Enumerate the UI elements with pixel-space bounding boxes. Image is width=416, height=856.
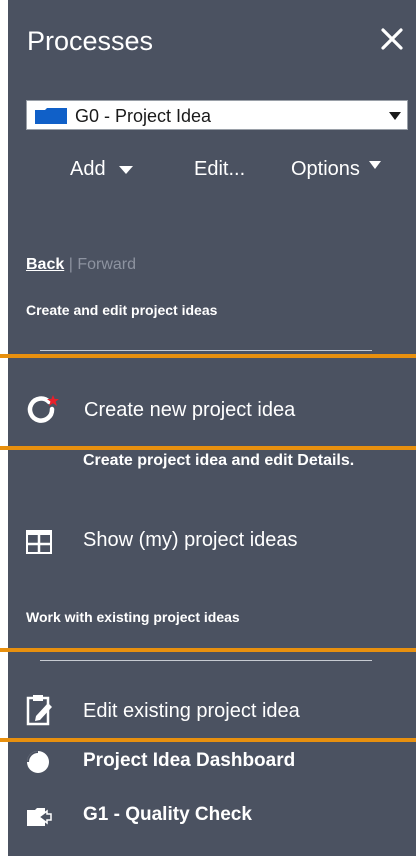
dashboard-label: Project Idea Dashboard [83, 750, 296, 771]
divider [40, 660, 372, 661]
g1-quality-check[interactable]: G1 - Quality Check [26, 800, 386, 830]
edit-existing-label: Edit existing project idea [83, 700, 300, 722]
panel-title: Processes [27, 26, 154, 56]
edit-existing-project-idea[interactable]: Edit existing project idea [26, 694, 386, 726]
folder-forward-icon [27, 808, 52, 826]
selected-process: G0 - Project Idea [75, 106, 212, 126]
highlight-line [0, 446, 416, 450]
project-idea-dashboard[interactable]: Project Idea Dashboard [26, 746, 386, 776]
existing-section-heading: Work with existing project ideas [26, 609, 240, 625]
processes-panel: Processes G0 - Project Idea Add Edit... … [8, 0, 416, 856]
edit-label: Edit... [194, 158, 246, 180]
forward-link[interactable]: Forward [77, 256, 136, 273]
add-menu-button[interactable]: Add [70, 158, 134, 181]
highlight-line [0, 738, 416, 742]
clipboard-edit-icon [26, 695, 52, 726]
chevron-down-icon [119, 165, 134, 174]
chevron-down-icon [368, 161, 381, 169]
create-new-label: Create new project idea [84, 399, 296, 421]
options-menu-button[interactable]: Options [291, 158, 381, 181]
add-label: Add [70, 158, 106, 180]
show-my-project-ideas[interactable]: Show (my) project ideas [26, 526, 386, 556]
quality-check-label: G1 - Quality Check [83, 804, 252, 825]
history-nav: Back | Forward [26, 256, 136, 274]
back-link[interactable]: Back [26, 256, 64, 273]
process-selector[interactable]: G0 - Project Idea [26, 100, 408, 130]
options-label: Options [291, 158, 360, 180]
pie-chart-icon [27, 751, 49, 773]
close-icon [381, 28, 403, 50]
close-button[interactable] [380, 27, 404, 51]
caret-down-icon [389, 112, 401, 120]
show-my-label: Show (my) project ideas [83, 529, 298, 551]
highlight-line [0, 648, 416, 652]
divider [40, 350, 372, 351]
create-description: Create project idea and edit Details. [83, 452, 355, 469]
nav-separator: | [68, 256, 73, 273]
grid-table-icon [26, 530, 52, 554]
create-new-project-idea[interactable]: Create new project idea [26, 392, 386, 426]
create-section-heading: Create and edit project ideas [26, 302, 218, 318]
create-new-icon [27, 395, 59, 423]
folder-icon [35, 108, 67, 124]
edit-button[interactable]: Edit... [194, 158, 245, 181]
highlight-line [0, 354, 416, 358]
